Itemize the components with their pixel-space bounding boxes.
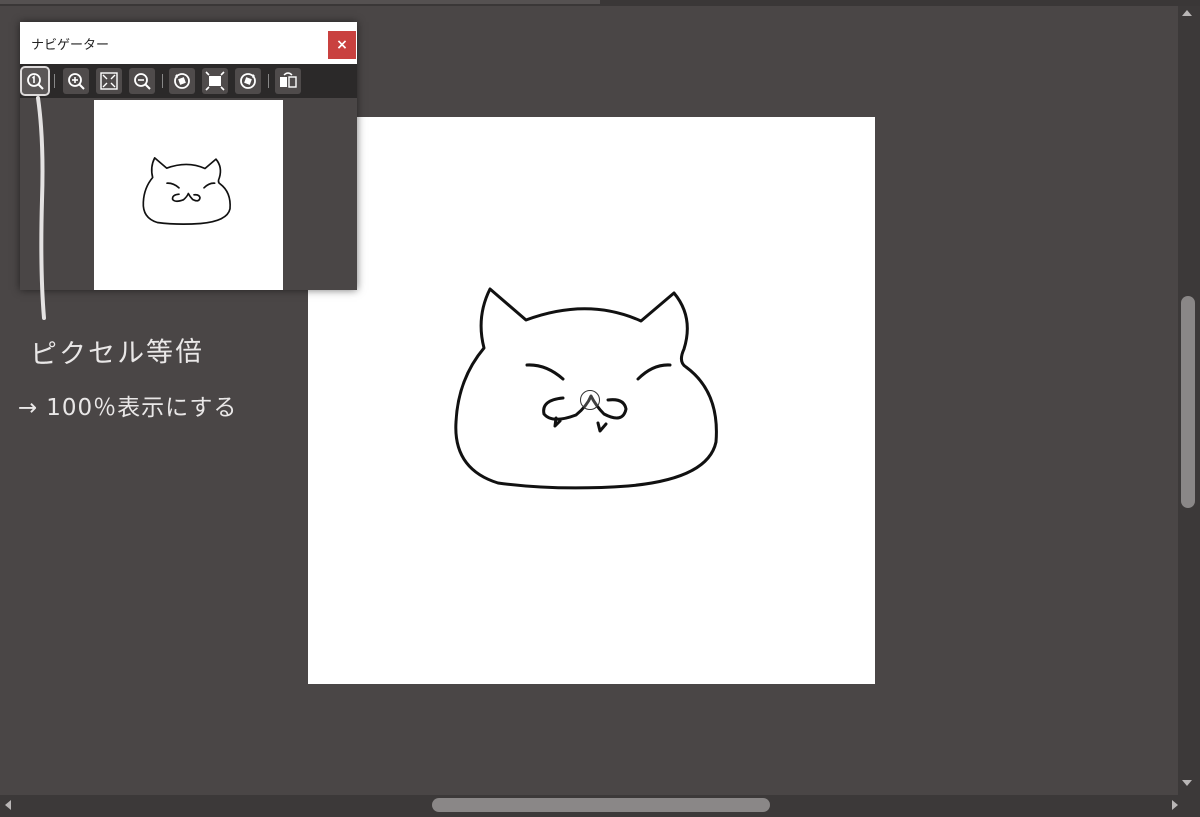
scroll-up-arrow-icon[interactable]: [1182, 10, 1192, 16]
rotate-left-button[interactable]: [169, 68, 195, 94]
reset-view-button[interactable]: [202, 68, 228, 94]
vertical-scroll-thumb[interactable]: [1181, 296, 1195, 508]
annotation-arrow: →: [18, 395, 39, 421]
annotation-description-text: 100％表示にする: [46, 395, 238, 421]
flip-horizontal-button[interactable]: [275, 68, 301, 94]
rotate-left-icon: [174, 73, 190, 89]
zoom-out-icon: [134, 73, 151, 90]
brush-cursor: [580, 390, 600, 410]
horizontal-scroll-thumb[interactable]: [432, 798, 770, 812]
horizontal-scrollbar[interactable]: [0, 795, 1200, 817]
vertical-scrollbar[interactable]: [1178, 6, 1200, 795]
zoom-out-button[interactable]: [129, 68, 155, 94]
reset-view-icon: [205, 71, 225, 91]
rotate-right-icon: [240, 73, 256, 89]
scroll-left-arrow-icon[interactable]: [5, 800, 11, 810]
scroll-right-arrow-icon[interactable]: [1172, 800, 1178, 810]
cat-thumbnail: [142, 156, 231, 225]
navigator-thumbnail[interactable]: [94, 100, 283, 290]
scroll-down-arrow-icon[interactable]: [1182, 780, 1192, 786]
close-button[interactable]: ×: [328, 31, 356, 59]
annotation-description: → 100％表示にする: [18, 388, 237, 422]
toolbar-separator: [268, 74, 269, 88]
annotation-pointer-line: [36, 96, 46, 320]
annotation-title: ピクセル等倍: [29, 336, 205, 371]
flip-horizontal-icon: [280, 72, 297, 88]
toolbar-separator: [162, 74, 163, 88]
rotate-right-button[interactable]: [235, 68, 261, 94]
